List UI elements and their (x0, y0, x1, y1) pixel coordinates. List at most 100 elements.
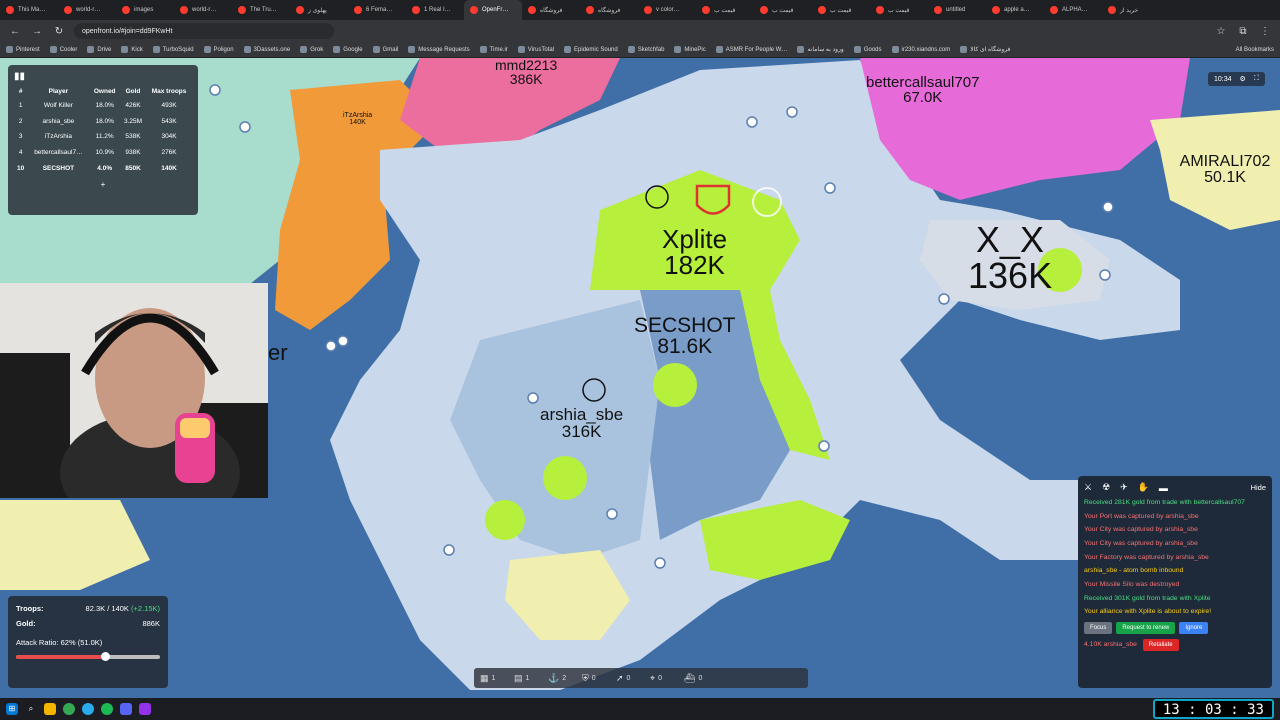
browser-tab[interactable]: قیمت ب (812, 0, 870, 20)
forward-icon[interactable]: → (30, 26, 44, 37)
bomb-icon[interactable]: ☢ (1102, 482, 1110, 493)
troops: 182K (664, 250, 725, 280)
leaderboard-row[interactable]: 10 SECSHOT 4.0% 850K 140K (14, 160, 192, 176)
bookmark-item[interactable]: TurboSquid (152, 46, 194, 53)
leaderboard-row[interactable]: 3 iTzArshia 11.2% 538K 304K (14, 129, 192, 145)
renew-button[interactable]: Request to renew (1116, 621, 1176, 634)
browser-tab[interactable]: world-r… (174, 0, 232, 20)
bookmark-item[interactable]: ASMR For People W… (715, 46, 787, 53)
sword-icon[interactable]: ⚔ (1084, 482, 1092, 493)
browser-tab[interactable]: خرید از (1102, 0, 1160, 20)
attack-ratio-slider[interactable] (16, 652, 160, 661)
bookmark-item[interactable]: فروشگاه ای کالا (960, 46, 1010, 53)
bookmark-item[interactable]: Sketchfab (627, 46, 664, 53)
leaderboard-more[interactable]: + (14, 180, 192, 189)
star-icon[interactable]: ☆ (1214, 26, 1228, 37)
all-bookmarks[interactable]: All Bookmarks (1236, 47, 1274, 53)
bookmark-item[interactable]: 3Dassets.one (243, 46, 290, 53)
leaderboard-row[interactable]: 2 arshia_sbe 18.0% 3.25M 543K (14, 114, 192, 130)
bookmark-item[interactable]: ورود به سامانه (797, 46, 844, 53)
browser-tab[interactable]: The Tru… (232, 0, 290, 20)
browser-tab[interactable]: 6 Fema… (348, 0, 406, 20)
fullscreen-icon[interactable]: ⛶ (1254, 75, 1259, 83)
browser-tab[interactable]: world-r… (58, 0, 116, 20)
leaderboard-header[interactable]: Gold (120, 85, 146, 98)
hide-button[interactable]: Hide (1251, 483, 1266, 492)
bookmark-item[interactable]: Poligon (203, 46, 234, 53)
bookmark-item[interactable]: Cooler (49, 46, 77, 53)
browser-tab[interactable]: فروشگاه (522, 0, 580, 20)
menu-icon[interactable]: ⋮ (1258, 26, 1272, 37)
browser-tab[interactable]: پهلوی ز (290, 0, 348, 20)
tab-favicon-icon (470, 6, 478, 14)
address-bar[interactable]: openfront.io/#join=dd9FKwHt (74, 23, 334, 39)
bookmark-item[interactable]: VirusTotal (517, 46, 554, 53)
tab-favicon-icon (180, 6, 188, 14)
event-message: Received 301K gold from trade with Xplit… (1084, 594, 1211, 602)
browser-tab[interactable]: untitled (928, 0, 986, 20)
browser-tab[interactable]: ALPHA… (1044, 0, 1102, 20)
file-explorer-icon[interactable] (44, 703, 56, 715)
bookmark-item[interactable]: Time.ir (479, 46, 508, 53)
browser-tab[interactable]: This Ma… (0, 0, 58, 20)
bookmark-item[interactable]: Pinterest (6, 46, 40, 53)
search-icon[interactable]: ⌕ (25, 703, 37, 715)
bookmark-item[interactable]: MinePic (674, 46, 706, 53)
retaliate-button[interactable]: Retaliate (1142, 638, 1179, 651)
bookmark-item[interactable]: Kick (121, 46, 143, 53)
focus-button[interactable]: Focus (1084, 621, 1113, 634)
ignore-button[interactable]: Ignore (1179, 621, 1209, 634)
windows-start-icon[interactable]: ⊞ (6, 703, 18, 715)
browser-tab[interactable]: قیمت ب (696, 0, 754, 20)
bookmark-item[interactable]: Message Requests (408, 46, 470, 53)
bookmark-item[interactable]: ir230.xiandns.com (891, 46, 950, 53)
chat-icon[interactable]: ▬ (1159, 483, 1168, 493)
leaderboard-header[interactable]: # (14, 85, 27, 98)
leaderboard-row[interactable]: 4 bettercallsaul7… 10.9% 938K 276K (14, 145, 192, 161)
build-item[interactable]: ➚ 0 (616, 673, 646, 684)
leaderboard-cell: 18.0% (95, 102, 114, 110)
leaderboard-row[interactable]: 1 Wolf Killer 18.0% 426K 493K (14, 98, 192, 114)
build-item[interactable]: ▤ 1 (514, 673, 544, 684)
build-item[interactable]: ▦ 1 (480, 673, 510, 684)
telegram-icon[interactable] (82, 703, 94, 715)
leaderboard-header[interactable]: Owned (89, 85, 119, 98)
leaderboard-icon[interactable]: ▮▮ (14, 71, 25, 82)
leaderboard-header[interactable]: Player (27, 85, 89, 98)
premiere-icon[interactable] (139, 703, 151, 715)
browser-tab[interactable]: قیمت ب (754, 0, 812, 20)
build-item[interactable]: ⚓ 2 (548, 673, 578, 684)
browser-tab[interactable]: v color… (638, 0, 696, 20)
nuke-filter-icon[interactable]: ✈ (1120, 482, 1128, 493)
tab-label: پهلوی ز (308, 7, 327, 14)
bookmark-item[interactable]: Gmail (372, 46, 398, 53)
browser-tab[interactable]: OpenFr… (464, 0, 522, 20)
browser-tab[interactable]: 1 Real I… (406, 0, 464, 20)
browser-tab[interactable]: apple a… (986, 0, 1044, 20)
reload-icon[interactable]: ↻ (52, 26, 66, 37)
bookmark-icon (627, 46, 635, 53)
build-item[interactable]: ⌖ 0 (650, 673, 680, 684)
bookmark-item[interactable]: Drive (87, 46, 111, 53)
leaderboard-header[interactable]: Max troops (146, 85, 192, 98)
chrome-icon[interactable] (63, 703, 75, 715)
spotify-icon[interactable] (101, 703, 113, 715)
bookmark-item[interactable]: Epidemic Sound (564, 46, 618, 53)
browser-tab[interactable]: قیمت ب (870, 0, 928, 20)
tab-label: قیمت ب (830, 7, 852, 14)
bookmark-item[interactable]: Grok (300, 46, 323, 53)
back-icon[interactable]: ← (8, 26, 22, 37)
handshake-icon[interactable]: ✋ (1138, 482, 1149, 493)
settings-icon[interactable]: ⚙ (1240, 75, 1246, 83)
discord-icon[interactable] (120, 703, 132, 715)
bookmark-item[interactable]: Google (333, 46, 363, 53)
build-item[interactable]: ⛨ 0 (582, 673, 612, 684)
slider-knob[interactable] (101, 652, 111, 661)
extensions-icon[interactable]: ⧉ (1236, 26, 1250, 37)
browser-tab[interactable]: images (116, 0, 174, 20)
bookmark-item[interactable]: Goods (853, 46, 882, 53)
build-item[interactable]: ⛴ 0 (684, 673, 714, 684)
leaderboard-table: # Player Owned Gold Max troops 1 Wolf Killer 1… (14, 85, 192, 176)
browser-tab[interactable]: فروشگاه (580, 0, 638, 20)
bookmark-icon (479, 46, 487, 53)
